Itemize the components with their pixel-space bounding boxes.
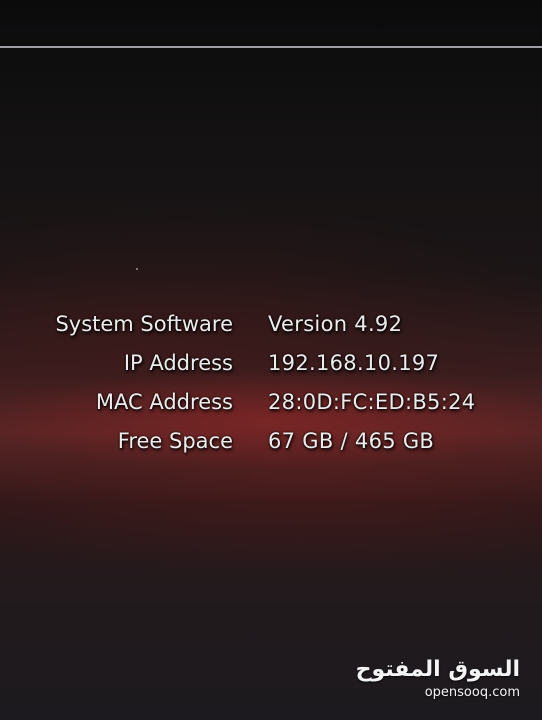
ip-address-row: IP Address 192.168.10.197 bbox=[0, 347, 542, 386]
opensooq-watermark: السوق المفتوح opensooq.com bbox=[355, 657, 520, 701]
watermark-arabic-text: السوق المفتوح bbox=[355, 657, 520, 682]
system-information-panel: System Software Version 4.92 IP Address … bbox=[0, 308, 542, 464]
system-software-label: System Software bbox=[55, 312, 233, 336]
mac-address-label: MAC Address bbox=[95, 390, 233, 414]
system-software-row: System Software Version 4.92 bbox=[0, 308, 542, 347]
free-space-value: 67 GB / 465 GB bbox=[268, 429, 435, 453]
ip-address-label: IP Address bbox=[123, 351, 233, 375]
free-space-row: Free Space 67 GB / 465 GB bbox=[0, 425, 542, 464]
ip-address-value: 192.168.10.197 bbox=[268, 351, 440, 375]
watermark-latin-text: opensooq.com bbox=[424, 685, 520, 700]
top-divider bbox=[0, 46, 542, 48]
screen-dust-speck bbox=[136, 268, 138, 270]
mac-address-value: 28:0D:FC:ED:B5:24 bbox=[268, 390, 476, 414]
system-software-value: Version 4.92 bbox=[268, 312, 403, 336]
free-space-label: Free Space bbox=[117, 429, 233, 453]
mac-address-row: MAC Address 28:0D:FC:ED:B5:24 bbox=[0, 386, 542, 425]
